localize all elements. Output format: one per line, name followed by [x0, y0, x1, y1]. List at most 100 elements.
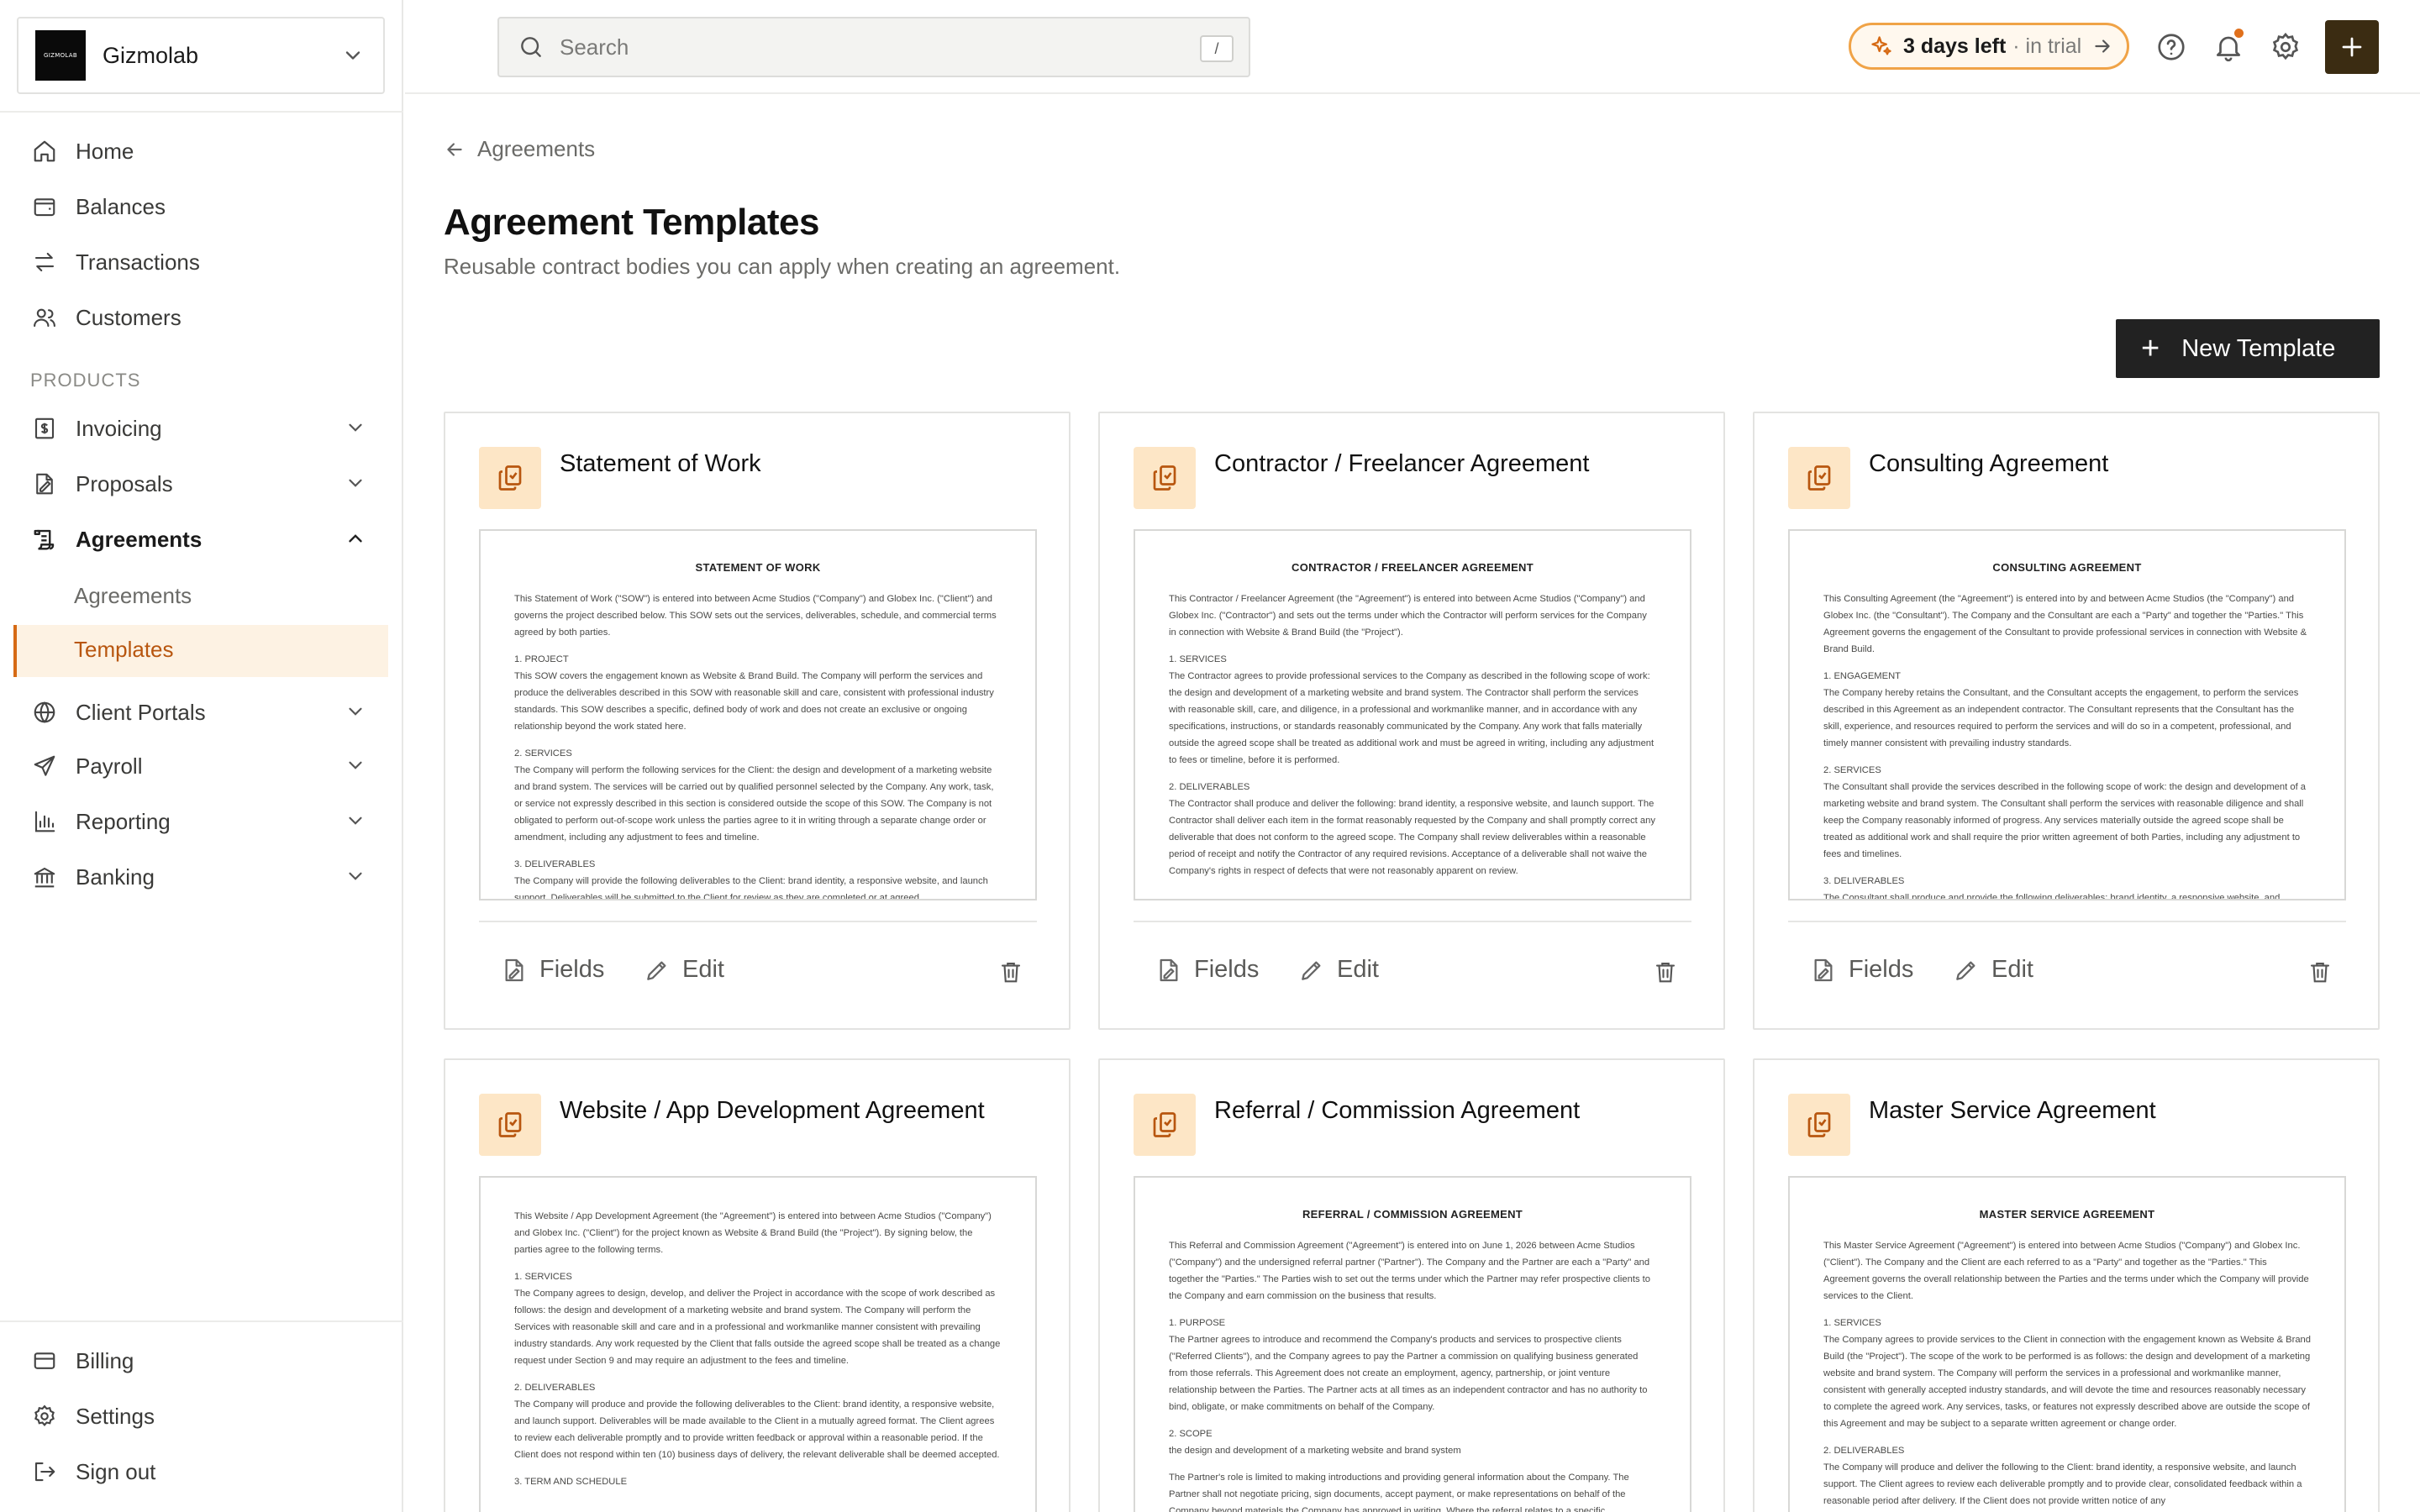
card-divider: [1788, 921, 2346, 922]
search-bar[interactable]: /: [497, 17, 1250, 77]
template-title: Website / App Development Agreement: [560, 1097, 985, 1125]
pencil-icon: [1298, 957, 1325, 984]
sidebar-item-label: Banking: [76, 864, 155, 890]
sidebar-item-settings[interactable]: Settings: [30, 1398, 383, 1435]
chevron-down-icon: [345, 810, 366, 837]
quick-create-button[interactable]: [2325, 20, 2379, 74]
preview-heading: STATEMENT OF WORK: [514, 561, 1002, 574]
preview-paragraph: The Consultant shall provide the service…: [1823, 779, 2311, 863]
preview-heading: REFERRAL / COMMISSION AGREEMENT: [1169, 1208, 1656, 1221]
preview-heading: CONTRACTOR / FREELANCER AGREEMENT: [1169, 561, 1656, 574]
page-subtitle: Reusable contract bodies you can apply w…: [444, 254, 1120, 280]
preview-paragraph: This Referral and Commission Agreement (…: [1169, 1237, 1656, 1305]
document-copy-icon: [479, 447, 541, 509]
sidebar-item-balances[interactable]: Balances: [30, 188, 383, 225]
globe-icon: [30, 698, 59, 727]
gear-icon[interactable]: [2269, 30, 2302, 64]
sidebar-item-reporting[interactable]: Reporting: [30, 803, 383, 840]
preview-paragraph: The Company will provide the following d…: [514, 873, 1002, 900]
preview-paragraph: 1. PROJECT: [514, 651, 1002, 668]
card-divider: [1134, 921, 1691, 922]
org-logo: GIZMOLAB: [35, 30, 86, 81]
trial-badge[interactable]: 3 days left · in trial: [1849, 23, 2129, 70]
edit-label: Edit: [682, 956, 724, 984]
credit-card-icon: [30, 1347, 59, 1375]
search-input[interactable]: [560, 34, 1198, 60]
template-card[interactable]: Consulting Agreement CONSULTING AGREEMEN…: [1753, 412, 2380, 1030]
template-card[interactable]: Master Service Agreement MASTER SERVICE …: [1753, 1058, 2380, 1512]
template-card[interactable]: Contractor / Freelancer Agreement CONTRA…: [1098, 412, 1725, 1030]
trash-icon[interactable]: [2307, 959, 2333, 984]
org-switcher[interactable]: GIZMOLAB Gizmolab: [17, 17, 385, 94]
plus-icon: +: [2141, 333, 2160, 365]
preview-paragraph: 2. DELIVERABLES: [1169, 779, 1656, 795]
org-logo-text: GIZMOLAB: [44, 52, 77, 59]
search-shortcut-key: /: [1200, 35, 1234, 62]
sidebar-item-label: Agreements: [76, 527, 202, 553]
preview-paragraph: The Company agrees to provide services t…: [1823, 1331, 2311, 1432]
edit-label: Edit: [1991, 956, 2033, 984]
preview-heading: MASTER SERVICE AGREEMENT: [1823, 1208, 2311, 1221]
fields-label: Fields: [539, 956, 604, 984]
fields-button[interactable]: Fields: [1155, 956, 1259, 984]
sidebar-item-home[interactable]: Home: [30, 133, 383, 170]
trash-icon[interactable]: [1653, 959, 1678, 984]
new-template-button[interactable]: + New Template: [2116, 319, 2380, 378]
template-preview: REFERRAL / COMMISSION AGREEMENT This Refe…: [1134, 1176, 1691, 1512]
preview-paragraph: 2. DELIVERABLES: [514, 1379, 1002, 1396]
topbar: / 3 days left · in trial: [405, 0, 2420, 94]
edit-button[interactable]: Edit: [1298, 956, 1379, 984]
sidebar-item-label: Billing: [76, 1348, 134, 1374]
edit-button[interactable]: Edit: [644, 956, 724, 984]
sidebar-item-proposals[interactable]: Proposals: [30, 465, 383, 502]
org-name: Gizmolab: [103, 43, 198, 69]
preview-paragraph: 2. SERVICES: [514, 745, 1002, 762]
fields-button[interactable]: Fields: [1810, 956, 1913, 984]
nav-section-label: PRODUCTS: [30, 370, 140, 391]
sidebar-item-invoicing[interactable]: Invoicing: [30, 410, 383, 447]
sidebar-item-sign-out[interactable]: Sign out: [30, 1453, 383, 1490]
trial-suffix: · in trial: [2012, 34, 2081, 59]
send-icon: [30, 752, 59, 780]
sidebar-subitem-agreements[interactable]: Agreements: [74, 583, 192, 609]
document-copy-icon: [1134, 447, 1196, 509]
page-title: Agreement Templates: [444, 202, 819, 244]
preview-paragraph: The Company agrees to design, develop, a…: [514, 1285, 1002, 1369]
template-preview: This Website / App Development Agreement…: [479, 1176, 1037, 1512]
sidebar-item-label: Home: [76, 139, 134, 165]
document-copy-icon: [1788, 447, 1850, 509]
sidebar-item-customers[interactable]: Customers: [30, 299, 383, 336]
preview-paragraph: 1. ENGAGEMENT: [1823, 668, 2311, 685]
edit-button[interactable]: Edit: [1953, 956, 2033, 984]
bell-icon[interactable]: [2212, 30, 2245, 64]
help-icon[interactable]: [2154, 30, 2188, 64]
template-title: Referral / Commission Agreement: [1214, 1097, 1580, 1125]
preview-paragraph: 3. DELIVERABLES: [514, 856, 1002, 873]
sidebar-item-agreements[interactable]: Agreements: [30, 521, 383, 558]
fields-button[interactable]: Fields: [501, 956, 604, 984]
template-card[interactable]: Statement of Work STATEMENT OF WORKThis …: [444, 412, 1071, 1030]
sidebar-item-label: Balances: [76, 194, 166, 220]
sidebar-item-transactions[interactable]: Transactions: [30, 244, 383, 281]
notification-dot: [2234, 29, 2244, 38]
sidebar-item-payroll[interactable]: Payroll: [30, 748, 383, 785]
template-card[interactable]: Referral / Commission Agreement REFERRAL…: [1098, 1058, 1725, 1512]
sidebar-subitem-templates[interactable]: Templates: [13, 625, 388, 677]
template-title: Statement of Work: [560, 450, 761, 478]
chevron-down-icon: [345, 754, 366, 782]
preview-paragraph: 2. SCOPE: [1169, 1425, 1656, 1442]
template-card[interactable]: Website / App Development Agreement This…: [444, 1058, 1071, 1512]
sidebar-item-client-portals[interactable]: Client Portals: [30, 694, 383, 731]
back-link[interactable]: Agreements: [444, 136, 595, 162]
document-copy-icon: [1134, 1094, 1196, 1156]
sidebar-item-label: Customers: [76, 305, 182, 331]
chevron-up-icon: [345, 528, 366, 555]
preview-paragraph: the design and development of a marketin…: [1169, 1442, 1656, 1459]
trash-icon[interactable]: [998, 959, 1023, 984]
card-divider: [479, 921, 1037, 922]
agreement-icon: [30, 525, 59, 554]
sign-out-icon: [30, 1457, 59, 1486]
sidebar-item-billing[interactable]: Billing: [30, 1342, 383, 1379]
sidebar-item-banking[interactable]: Banking: [30, 858, 383, 895]
template-preview: STATEMENT OF WORKThis Statement of Work …: [479, 529, 1037, 900]
